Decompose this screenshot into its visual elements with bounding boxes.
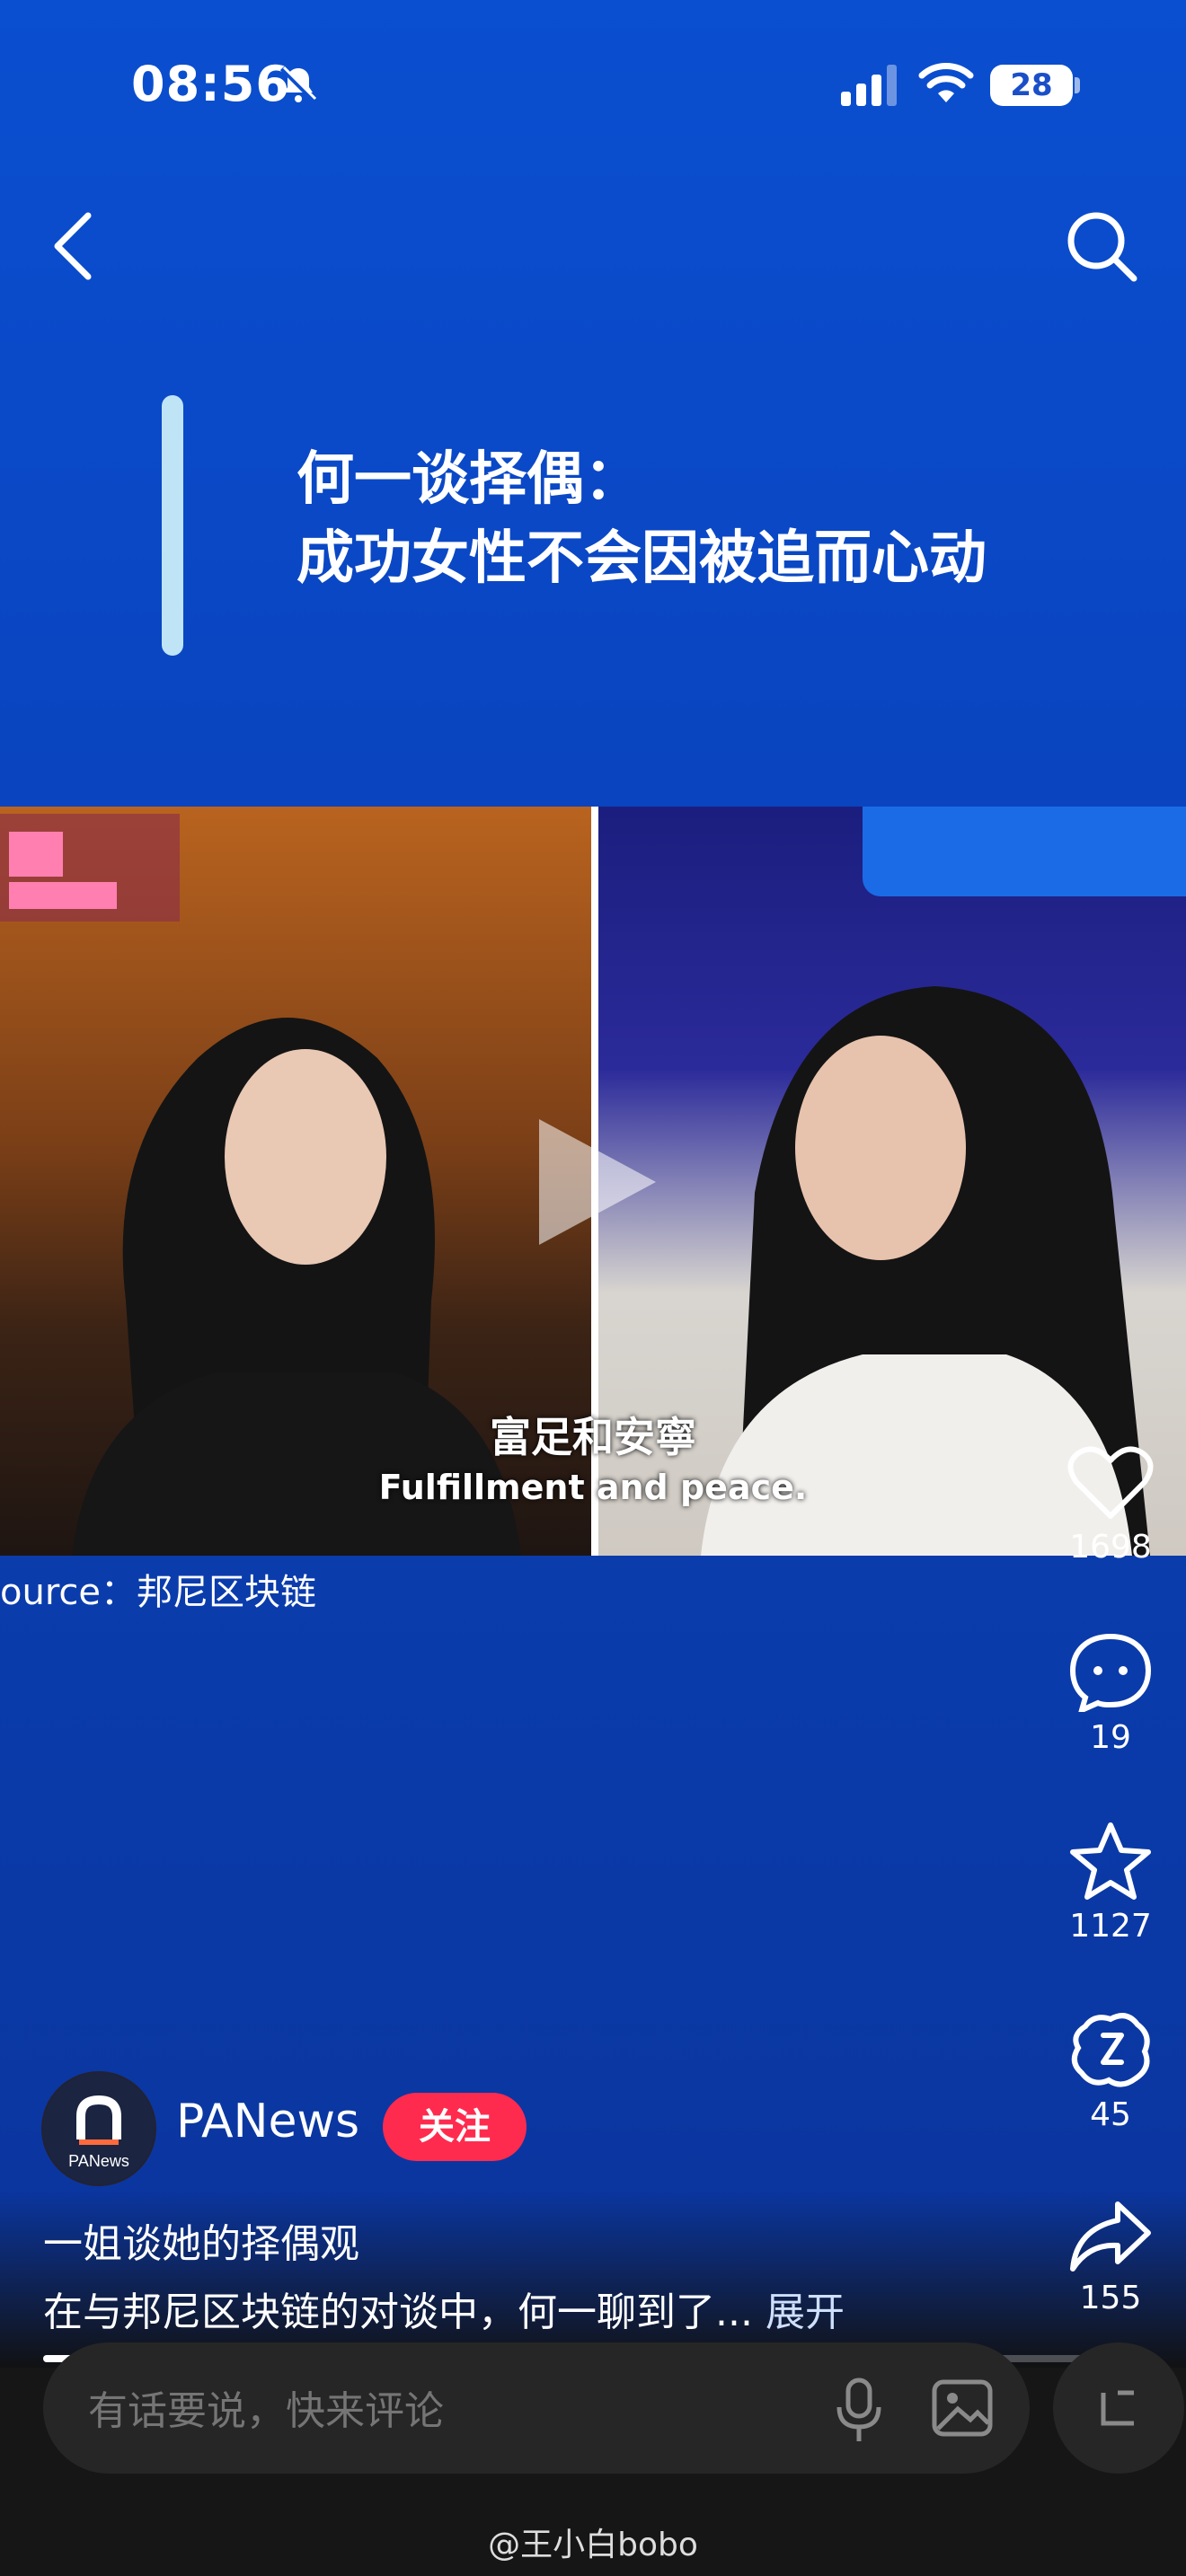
share-arrow-icon [1070, 2201, 1151, 2272]
post-description-text: 在与邦尼区块链的对谈中，何一聊到了... [43, 2289, 753, 2335]
battery-indicator: 28 [990, 65, 1073, 106]
expand-icon [1101, 2390, 1134, 2426]
author-name[interactable]: PANews [176, 2095, 359, 2148]
comment-button[interactable]: 19 [1057, 1631, 1164, 1756]
author-avatar[interactable]: PANews [41, 2071, 156, 2186]
coin-icon [1071, 2013, 1150, 2087]
favorite-count: 1127 [1069, 1908, 1152, 1945]
comment-bubble-icon [1069, 1633, 1152, 1712]
share-count: 155 [1079, 2280, 1142, 2316]
watermark: @王小白bobo [488, 2527, 698, 2563]
share-button[interactable]: 155 [1057, 2197, 1164, 2316]
article-title-line1: 何一谈择偶： [296, 446, 642, 513]
like-count: 1698 [1069, 1529, 1152, 1566]
play-icon[interactable] [530, 1110, 665, 1254]
channel-logo-icon [0, 814, 180, 922]
post-description: 在与邦尼区块链的对谈中，何一聊到了... 展开 [43, 2280, 845, 2337]
battery-tip [1075, 77, 1080, 93]
video-player[interactable]: 富足和安寧 Fulfillment and peace. [0, 807, 1186, 1556]
cellular-signal-icon [841, 65, 897, 106]
title-accent-bar [162, 395, 183, 656]
back-icon[interactable] [52, 212, 93, 280]
subtitle-english: Fulfillment and peace. [378, 1468, 808, 1507]
star-icon [1070, 1822, 1151, 1900]
status-time: 08:56 [131, 56, 290, 112]
fullscreen-button[interactable] [1053, 2342, 1184, 2474]
post-title: 一姐谈她的择偶观 [43, 2221, 359, 2267]
image-icon[interactable] [931, 2377, 994, 2439]
like-button[interactable]: 1698 [1057, 1444, 1164, 1566]
video-source-caption: ource：邦尼区块链 [0, 1572, 316, 1613]
blurred-banner [863, 807, 1186, 896]
follow-button[interactable]: 关注 [383, 2093, 527, 2161]
wifi-icon [918, 63, 974, 102]
comment-input[interactable] [86, 2387, 773, 2435]
comment-count: 19 [1090, 1719, 1131, 1756]
search-icon[interactable] [1066, 210, 1137, 282]
expand-link[interactable]: 展开 [766, 2289, 845, 2335]
article-title-line2: 成功女性不会因被追而心动 [296, 525, 987, 592]
coin-count: 45 [1090, 2096, 1131, 2133]
subtitle-chinese: 富足和安寧 [490, 1413, 696, 1461]
coin-button[interactable]: 45 [1057, 2008, 1164, 2133]
muted-bell-icon [279, 66, 317, 103]
article-title: 何一谈择偶： 成功女性不会因被追而心动 [296, 440, 987, 598]
avatar-label: PANews [68, 2152, 129, 2170]
panews-logo-icon: PANews [43, 2073, 155, 2184]
microphone-icon[interactable] [832, 2377, 886, 2445]
favorite-button[interactable]: 1127 [1057, 1820, 1164, 1945]
heart-icon [1067, 1446, 1154, 1519]
